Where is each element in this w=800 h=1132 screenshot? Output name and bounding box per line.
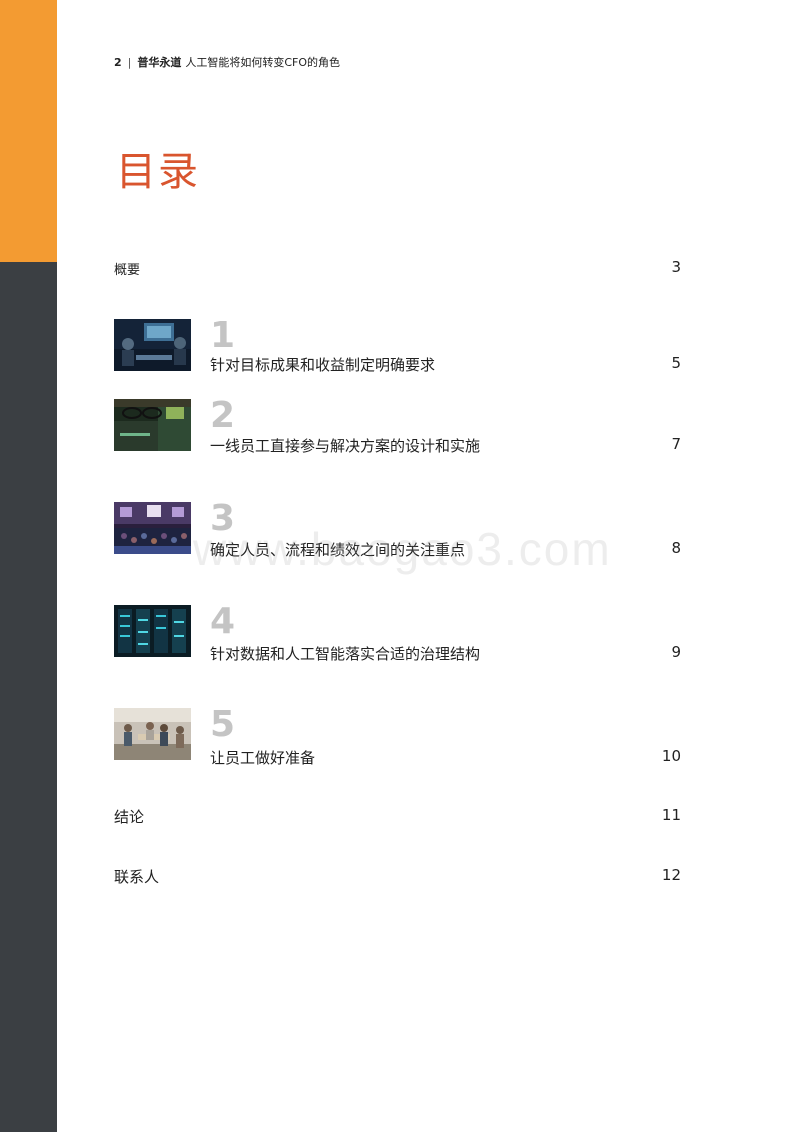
toc-contacts-label[interactable]: 联系人 [114, 866, 159, 887]
toc-summary-page: 3 [671, 258, 681, 276]
chapter-5-thumbnail [114, 708, 191, 760]
chapter-4-number: 4 [210, 601, 236, 642]
chapter-4-label[interactable]: 针对数据和人工智能落实合适的治理结构 [210, 643, 480, 664]
sidebar-orange-band [0, 0, 57, 262]
chapter-3-thumbnail [114, 502, 191, 554]
toc-conclusion-label[interactable]: 结论 [114, 806, 144, 827]
chapter-2-label[interactable]: 一线员工直接参与解决方案的设计和实施 [210, 435, 480, 456]
chapter-1-page: 5 [671, 354, 681, 372]
header-page-number: 2 [114, 56, 122, 69]
toc-contacts-page: 12 [661, 866, 681, 884]
chapter-2-thumbnail [114, 399, 191, 451]
chapter-2-number: 2 [210, 395, 236, 436]
header-brand: 普华永道 [137, 56, 182, 69]
chapter-1-number: 1 [210, 315, 236, 356]
chapter-1-label[interactable]: 针对目标成果和收益制定明确要求 [210, 354, 435, 375]
toc-conclusion-page: 11 [661, 806, 681, 824]
chapter-5-label[interactable]: 让员工做好准备 [210, 747, 315, 768]
sidebar-dark-band [0, 262, 57, 1132]
watermark: www.baogao3.com [193, 523, 612, 575]
chapter-4-page: 9 [671, 643, 681, 661]
page-title: 目录 [116, 149, 200, 195]
chapter-5-number: 5 [210, 704, 236, 745]
toc-summary-label[interactable]: 概要 [114, 259, 140, 278]
chapter-3-page: 8 [671, 539, 681, 557]
running-header: 2 | 普华永道 人工智能将如何转变CFO的角色 [114, 54, 340, 70]
chapter-5-page: 10 [661, 747, 681, 765]
header-separator: | [127, 56, 132, 69]
chapter-2-page: 7 [671, 435, 681, 453]
header-subtitle: 人工智能将如何转变CFO的角色 [185, 56, 341, 69]
chapter-4-thumbnail [114, 605, 191, 657]
chapter-1-thumbnail [114, 319, 191, 371]
